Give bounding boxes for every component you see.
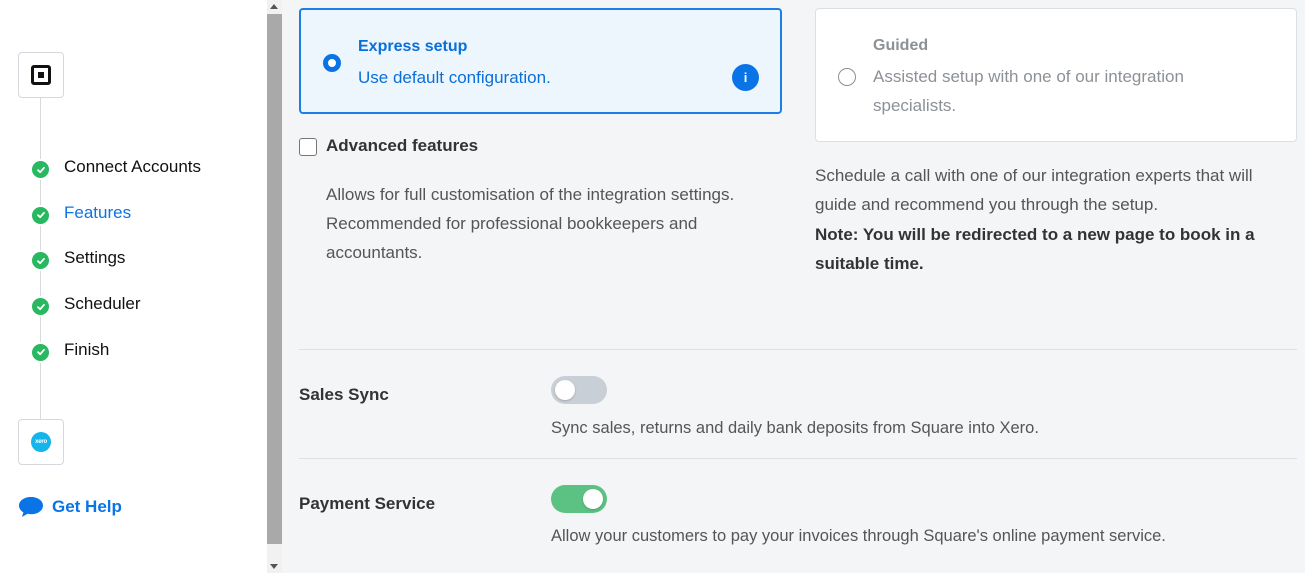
step-label: Scheduler bbox=[64, 294, 141, 314]
step-label: Features bbox=[64, 202, 132, 222]
chat-bubble-icon bbox=[19, 497, 43, 517]
check-circle-icon bbox=[30, 341, 51, 363]
payment-service-label: Payment Service bbox=[299, 494, 436, 513]
square-logo-icon bbox=[31, 65, 51, 85]
payment-service-description: Allow your customers to pay your invoice… bbox=[551, 527, 1166, 545]
info-icon[interactable]: i bbox=[732, 64, 759, 91]
sidebar: Connect Accounts Features Settings Sched… bbox=[0, 0, 267, 573]
guided-setup-option[interactable]: Guided Assisted setup with one of our in… bbox=[815, 8, 1297, 142]
get-help-label: Get Help bbox=[52, 497, 122, 516]
guided-info-description: Schedule a call with one of our integrat… bbox=[815, 166, 1253, 214]
check-circle-icon bbox=[30, 159, 51, 180]
guided-radio[interactable] bbox=[838, 68, 856, 86]
express-title: Express setup bbox=[358, 38, 468, 55]
toggle-knob bbox=[555, 380, 575, 400]
step-settings[interactable]: Settings bbox=[30, 245, 201, 291]
xero-logo-icon: xero bbox=[31, 432, 51, 452]
check-circle-icon bbox=[30, 296, 51, 318]
express-description: Use default configuration. bbox=[358, 68, 551, 87]
express-setup-option[interactable]: Express setup Use default configuration.… bbox=[299, 8, 782, 114]
advanced-features-checkbox[interactable] bbox=[299, 138, 317, 156]
step-finish[interactable]: Finish bbox=[30, 337, 201, 383]
advanced-features-description: Allows for full customisation of the int… bbox=[326, 185, 735, 262]
square-app-tile bbox=[18, 52, 64, 98]
step-features[interactable]: Features bbox=[30, 200, 201, 246]
guided-title: Guided bbox=[873, 37, 929, 54]
express-radio[interactable] bbox=[323, 54, 341, 72]
step-scheduler[interactable]: Scheduler bbox=[30, 291, 201, 337]
sales-sync-description: Sync sales, returns and daily bank depos… bbox=[551, 419, 1039, 437]
scroll-thumb[interactable] bbox=[267, 14, 282, 544]
check-circle-icon bbox=[30, 250, 51, 272]
divider bbox=[299, 458, 1297, 459]
main-content: Express setup Use default configuration.… bbox=[282, 0, 1305, 573]
step-label: Connect Accounts bbox=[64, 157, 202, 176]
guided-redirect-note: Note: You will be redirected to a new pa… bbox=[815, 225, 1255, 273]
guided-description: Assisted setup with one of our integrati… bbox=[873, 67, 1184, 115]
step-label: Settings bbox=[64, 248, 126, 268]
scrollbar[interactable] bbox=[267, 0, 282, 573]
xero-app-tile: xero bbox=[18, 419, 64, 465]
get-help-link[interactable]: Get Help bbox=[18, 496, 122, 518]
advanced-features-label[interactable]: Advanced features bbox=[326, 136, 478, 156]
scroll-up-arrow-icon[interactable] bbox=[270, 4, 278, 9]
sales-sync-label: Sales Sync bbox=[299, 385, 389, 404]
step-connect-accounts[interactable]: Connect Accounts bbox=[30, 154, 201, 200]
toggle-knob bbox=[583, 489, 603, 509]
divider bbox=[299, 349, 1297, 350]
sales-sync-toggle[interactable] bbox=[551, 376, 607, 404]
step-list: Connect Accounts Features Settings Sched… bbox=[30, 154, 201, 382]
scroll-down-arrow-icon[interactable] bbox=[270, 564, 278, 569]
check-circle-icon bbox=[30, 204, 51, 226]
step-label: Finish bbox=[64, 339, 110, 359]
payment-service-toggle[interactable] bbox=[551, 485, 607, 513]
